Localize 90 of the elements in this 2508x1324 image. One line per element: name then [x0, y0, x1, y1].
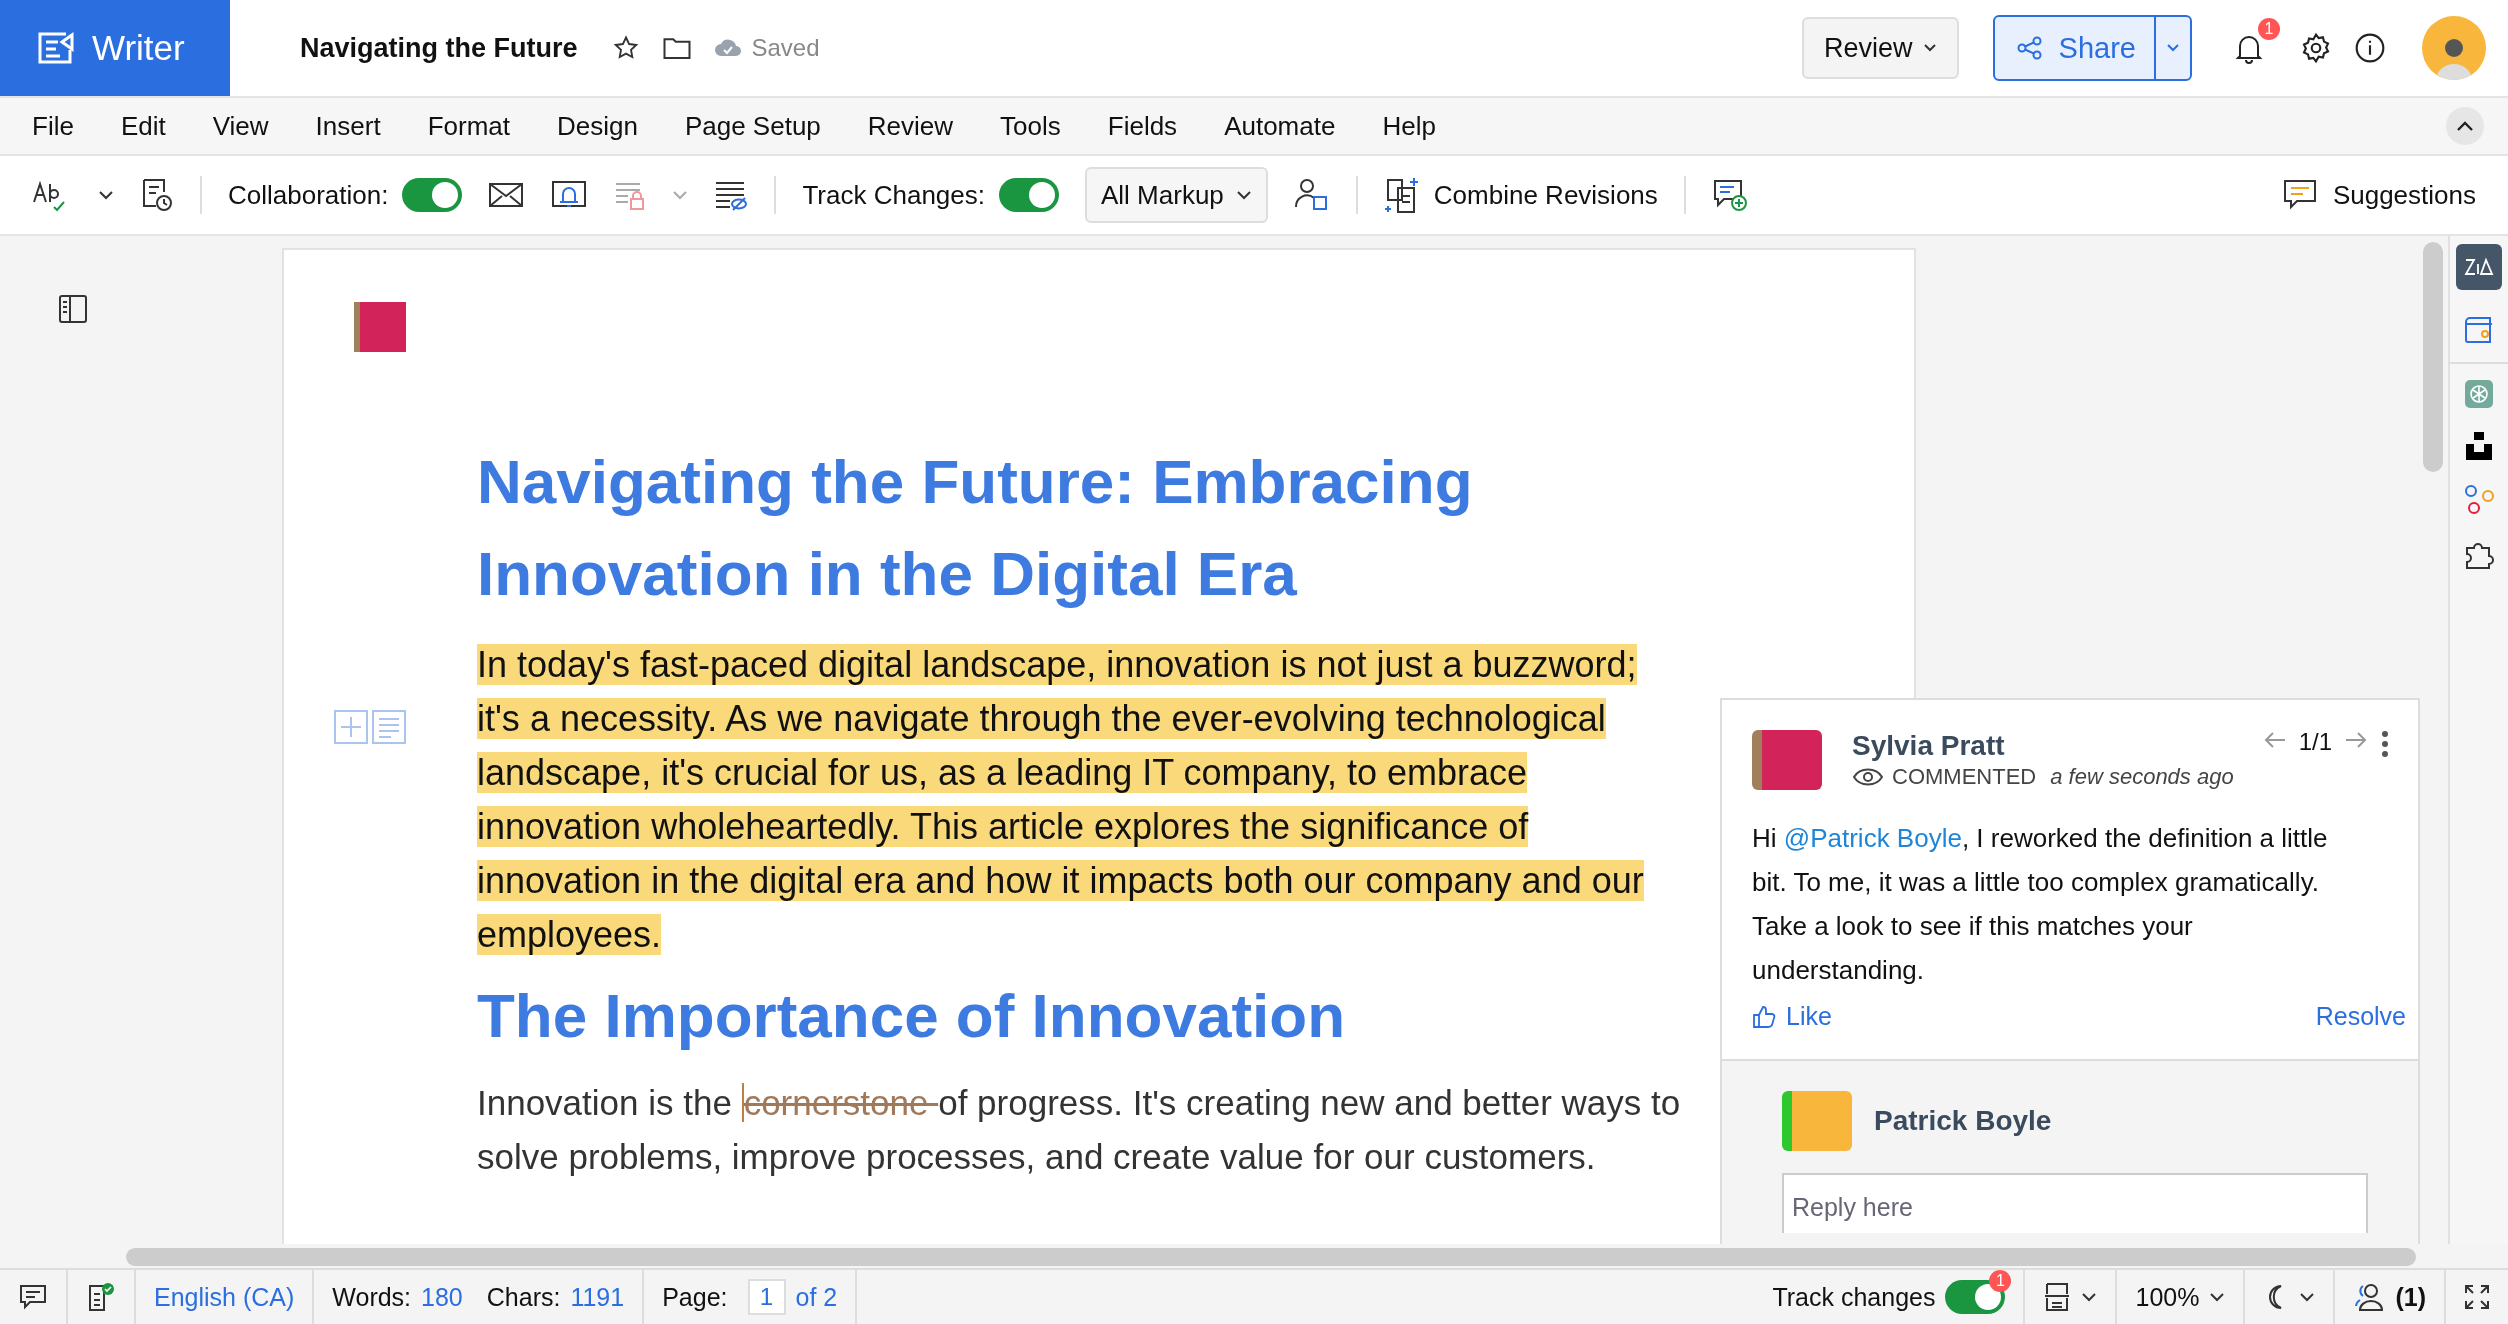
- word-count: 180: [421, 1282, 463, 1312]
- chevron-down-icon[interactable]: [98, 190, 114, 200]
- document-heading: Navigating the Future: Embracing Innovation in the Digital Era: [477, 446, 1474, 610]
- section-heading: The Importance of Innovation: [477, 980, 1347, 1052]
- comment-time: a few seconds ago: [2050, 764, 2234, 790]
- document-title[interactable]: Navigating the Future: [300, 32, 578, 64]
- comment-status: COMMENTED: [1892, 764, 2037, 790]
- document-history-icon[interactable]: [140, 177, 174, 213]
- zoom-level[interactable]: 100%: [2135, 1282, 2200, 1312]
- chevron-up-icon: [2456, 120, 2474, 132]
- page-label: Page:: [662, 1282, 728, 1312]
- comment-text: Hi @Patrick Boyle, I reworked the definition a little bit. To me, it was a little too complex gramatically. Take a look to see if this matches your understanding.: [1752, 822, 2329, 987]
- fullscreen-icon[interactable]: [2464, 1284, 2490, 1310]
- menu-item[interactable]: Design: [557, 110, 638, 142]
- horizontal-scrollbar[interactable]: [126, 1248, 2416, 1266]
- vertical-scrollbar[interactable]: [2423, 242, 2443, 472]
- arrow-right-icon[interactable]: [2344, 730, 2368, 750]
- info-icon[interactable]: [2354, 32, 2386, 64]
- commenter-name: Sylvia Pratt: [1852, 730, 2006, 762]
- language-selector[interactable]: English (CA): [154, 1282, 295, 1312]
- menu-item[interactable]: Tools: [1000, 110, 1061, 142]
- resolve-button[interactable]: Resolve: [2315, 1002, 2406, 1031]
- menu-item[interactable]: Help: [1382, 110, 1436, 142]
- more-options-icon[interactable]: [2380, 730, 2390, 758]
- char-count: 1191: [570, 1282, 625, 1312]
- page-layout-icon[interactable]: [2043, 1282, 2072, 1312]
- words-label: Words:: [332, 1282, 412, 1312]
- document-check-icon[interactable]: [86, 1282, 116, 1312]
- reply-field[interactable]: Reply here: [1782, 1173, 2368, 1233]
- add-comment-icon[interactable]: [1711, 178, 1748, 212]
- folder-icon[interactable]: [661, 35, 692, 61]
- user-count: (1): [2395, 1282, 2426, 1312]
- menu-item[interactable]: Format: [427, 110, 510, 142]
- thumbs-up-icon: [1752, 1004, 1776, 1029]
- connected-circles-icon[interactable]: [2464, 484, 2494, 514]
- notification-badge: 1: [1989, 1270, 2012, 1292]
- envelope-icon[interactable]: [488, 181, 525, 209]
- chevron-down-icon: [1235, 190, 1252, 200]
- comments-icon[interactable]: [18, 1282, 48, 1312]
- writer-logo-icon: [36, 30, 76, 66]
- suggestions-button[interactable]: Suggestions: [2282, 179, 2476, 211]
- chevron-down-icon: [1922, 43, 1937, 53]
- text-hidden-icon[interactable]: [714, 179, 749, 211]
- mention-link[interactable]: @Patrick Boyle: [1783, 823, 1962, 853]
- app-name: Writer: [92, 28, 185, 68]
- track-changes-toggle[interactable]: [999, 178, 1059, 212]
- like-button[interactable]: Like: [1752, 1002, 1832, 1031]
- eye-icon: [1852, 767, 1884, 787]
- ai-knot-icon[interactable]: [2465, 380, 2493, 408]
- save-status: Saved: [751, 34, 820, 62]
- chevron-down-icon[interactable]: [2209, 1292, 2226, 1302]
- page-number-field[interactable]: 1: [747, 1279, 786, 1315]
- menu-item[interactable]: Automate: [1224, 110, 1336, 142]
- markup-dropdown[interactable]: All Markup: [1085, 167, 1268, 223]
- collaboration-toggle[interactable]: [402, 178, 463, 212]
- sidebar-toggle-icon[interactable]: [58, 294, 88, 324]
- review-dropdown[interactable]: Review: [1802, 17, 1959, 79]
- comment-counter: 1/1: [2298, 728, 2332, 756]
- app-logo[interactable]: Writer: [0, 0, 230, 96]
- commenter-avatar: [1752, 730, 1822, 790]
- menu-item[interactable]: Fields: [1107, 110, 1178, 142]
- menu-item[interactable]: View: [212, 110, 269, 142]
- star-icon[interactable]: [611, 34, 640, 62]
- menu-item[interactable]: Review: [867, 110, 954, 142]
- menu-item[interactable]: File: [32, 110, 74, 142]
- menu-item[interactable]: Edit: [120, 110, 166, 142]
- combine-revisions-button[interactable]: Combine Revisions: [1383, 176, 1658, 214]
- user-brush-icon[interactable]: [1293, 177, 1330, 213]
- users-icon[interactable]: [2353, 1282, 2386, 1312]
- block-logo-icon[interactable]: [2466, 432, 2492, 460]
- replier-avatar: [1782, 1091, 1852, 1151]
- page-total: of 2: [795, 1282, 838, 1312]
- chevron-down-icon[interactable]: [2299, 1292, 2316, 1302]
- menu-item[interactable]: Page Setup: [684, 110, 821, 142]
- replier-name: Patrick Boyle: [1874, 1105, 2052, 1137]
- arrow-left-icon[interactable]: [2262, 730, 2287, 750]
- chevron-down-icon[interactable]: [2081, 1292, 2098, 1302]
- chars-label: Chars:: [486, 1282, 561, 1312]
- track-changes-label: Track Changes:: [802, 179, 985, 211]
- menu-item[interactable]: Insert: [315, 110, 381, 142]
- collaboration-label: Collaboration:: [228, 179, 389, 211]
- notification-badge: 1: [2258, 18, 2280, 40]
- collapse-button[interactable]: [2446, 107, 2484, 145]
- share-icon: [2016, 36, 2043, 60]
- zia-assistant-button[interactable]: [2456, 244, 2502, 290]
- track-changes-label: Track changes: [1772, 1282, 1936, 1312]
- settings-icon[interactable]: [2300, 32, 2332, 64]
- collaborator-avatar: [354, 302, 406, 352]
- cloud-icon: [713, 38, 742, 58]
- chevron-down-icon: [2166, 43, 2180, 53]
